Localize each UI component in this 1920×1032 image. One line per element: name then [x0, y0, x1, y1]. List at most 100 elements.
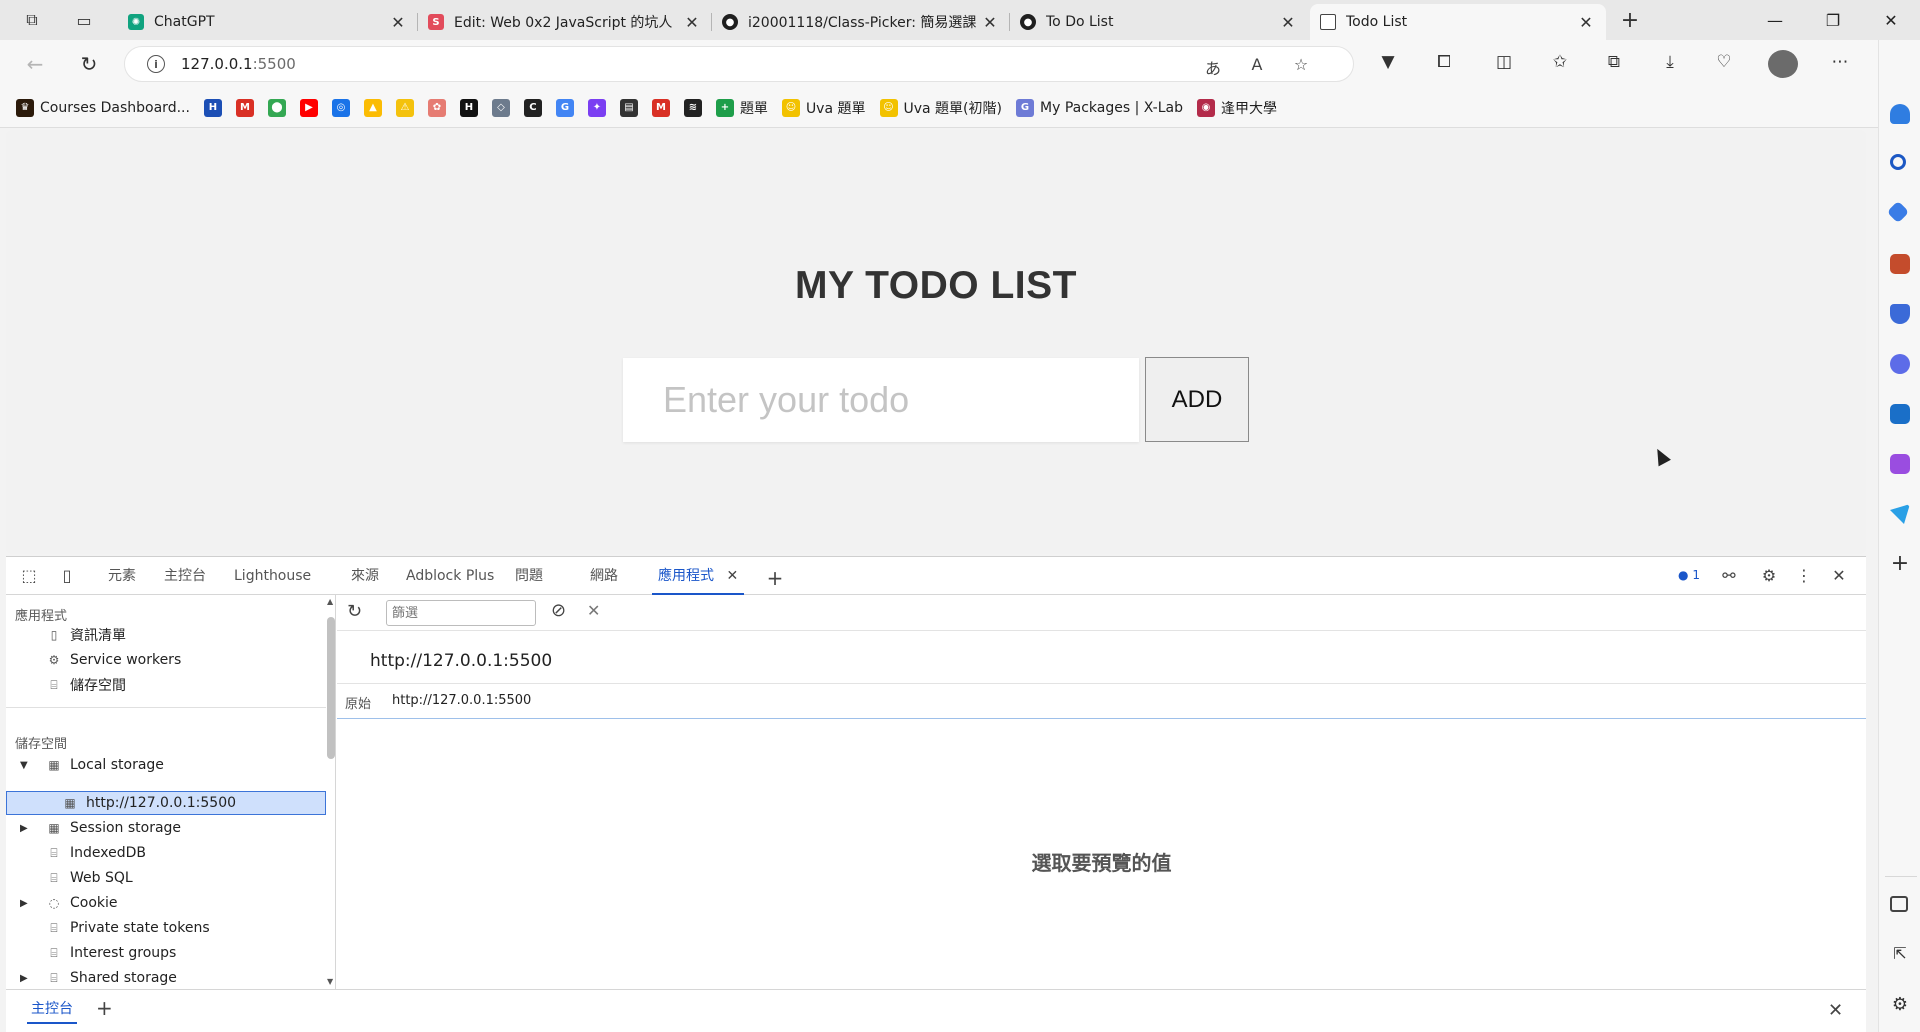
tag-icon[interactable]: [1886, 200, 1910, 224]
bookmark-item[interactable]: H: [203, 98, 222, 117]
add-button[interactable]: ADD: [1145, 357, 1249, 442]
tab-elements[interactable]: 元素: [108, 557, 136, 595]
bookmark-item[interactable]: ◉ 逢甲大學: [1196, 98, 1277, 118]
split-screen-icon[interactable]: ◫: [1490, 52, 1518, 76]
close-devtools-icon[interactable]: ✕: [1828, 566, 1850, 586]
bookmark-item[interactable]: ≋: [683, 98, 702, 117]
more-menu-icon[interactable]: ⋯: [1826, 52, 1854, 76]
tab-class-picker[interactable]: ● i20001118/Class-Picker: 簡易選課 ✕: [712, 4, 1010, 40]
tab-todo-list-active[interactable]: Todo List ✕: [1310, 4, 1606, 40]
tab-adblock-plus[interactable]: Adblock Plus: [406, 557, 494, 595]
sidebar-layout-icon[interactable]: [1890, 896, 1908, 912]
customize-menu-icon[interactable]: ⋮: [1796, 566, 1812, 586]
adblock-icon[interactable]: ▼: [1374, 52, 1402, 76]
bookmark-item[interactable]: ◎: [331, 98, 350, 117]
chess-icon[interactable]: [1890, 304, 1910, 324]
sidebar-scrollbar[interactable]: ▲ ▼: [326, 595, 335, 989]
restore-icon[interactable]: ❐: [1810, 0, 1856, 40]
bookmark-item[interactable]: G: [555, 98, 574, 117]
vertical-tabs-icon[interactable]: ▭: [68, 6, 100, 34]
scroll-up-icon[interactable]: ▲: [327, 597, 333, 606]
tree-cookie[interactable]: ▶ ◌ Cookie: [20, 891, 118, 915]
clear-all-icon[interactable]: ⊘: [551, 600, 566, 621]
bookmark-item[interactable]: ▤: [619, 98, 638, 117]
close-window-icon[interactable]: ✕: [1868, 0, 1914, 40]
close-drawer-icon[interactable]: ✕: [1828, 1000, 1843, 1021]
collapsed-arrow-icon[interactable]: ▶: [20, 823, 28, 834]
filter-input[interactable]: [386, 600, 536, 626]
collapsed-arrow-icon[interactable]: ▶: [20, 898, 28, 909]
bookmark-item[interactable]: ✦: [587, 98, 606, 117]
bookmark-item[interactable]: M: [235, 98, 254, 117]
tree-storage[interactable]: ⌸ 儲存空間: [46, 673, 126, 697]
office-icon[interactable]: [1890, 354, 1910, 374]
close-tab-icon[interactable]: ✕: [682, 13, 702, 32]
address-url[interactable]: 127.0.0.1:5500: [181, 55, 296, 73]
bookmark-item[interactable]: ⚠: [395, 98, 414, 117]
sidebar-settings-icon[interactable]: ⚙: [1890, 994, 1910, 1015]
tree-private-state-tokens[interactable]: ⌸ Private state tokens: [46, 916, 209, 940]
tree-indexeddb[interactable]: ⌸ IndexedDB: [46, 841, 146, 865]
designer-icon[interactable]: [1890, 454, 1910, 474]
translate-icon[interactable]: あ: [1199, 55, 1227, 78]
inspect-element-icon[interactable]: ⬚: [18, 566, 40, 586]
tree-session-storage[interactable]: ▶ ▦ Session storage: [20, 816, 181, 840]
tab-chatgpt[interactable]: ✺ ChatGPT ✕: [118, 4, 418, 40]
toolbox-icon[interactable]: [1890, 254, 1910, 274]
outlook-icon[interactable]: [1890, 404, 1910, 424]
close-tab-icon[interactable]: ✕: [980, 13, 1000, 32]
minimize-icon[interactable]: —: [1752, 0, 1798, 40]
tree-service-workers[interactable]: ⚙ Service workers: [46, 648, 182, 672]
add-sidebar-app-icon[interactable]: +: [1890, 553, 1910, 575]
remote-devices-icon[interactable]: ⚯: [1718, 566, 1740, 586]
tree-local-storage[interactable]: ▼ ▦ Local storage: [20, 753, 164, 777]
collapsed-arrow-icon[interactable]: ▶: [20, 973, 28, 984]
bookmark-item[interactable]: ▶: [299, 98, 318, 117]
refresh-icon[interactable]: ↻: [347, 601, 362, 622]
close-tab-icon[interactable]: ✕: [1278, 13, 1298, 32]
expanded-arrow-icon[interactable]: ▼: [20, 760, 28, 771]
settings-gear-icon[interactable]: ⚙: [1758, 566, 1780, 586]
bookmark-item[interactable]: ▲: [363, 98, 382, 117]
refresh-icon[interactable]: ↻: [72, 48, 106, 80]
device-toolbar-icon[interactable]: ▯: [56, 566, 78, 586]
bookmark-item[interactable]: ✿: [427, 98, 446, 117]
issues-badge[interactable]: ● 1: [1674, 568, 1704, 588]
tab-network[interactable]: 網路: [590, 557, 618, 595]
bell-icon[interactable]: [1890, 104, 1910, 124]
bookmark-item[interactable]: ◇: [491, 98, 510, 117]
add-drawer-tab-icon[interactable]: +: [96, 996, 113, 1020]
tree-local-storage-origin[interactable]: ▦ http://127.0.0.1:5500: [62, 791, 236, 815]
new-tab-button[interactable]: +: [1614, 6, 1646, 34]
scrollbar-thumb[interactable]: [327, 617, 335, 759]
bookmark-item[interactable]: G My Packages | X-Lab: [1016, 98, 1183, 117]
bookmark-item[interactable]: M: [651, 98, 670, 117]
bookmark-item[interactable]: H: [459, 98, 478, 117]
tree-manifest[interactable]: ▯ 資訊清單: [46, 623, 126, 647]
tab-application[interactable]: 應用程式 ✕: [652, 557, 745, 595]
todo-input[interactable]: [623, 358, 1139, 442]
extensions-icon[interactable]: ⧠: [1430, 52, 1458, 76]
favorite-star-icon[interactable]: ☆: [1287, 55, 1315, 75]
workspaces-icon[interactable]: ⧉: [16, 6, 48, 34]
tab-sources[interactable]: 來源: [351, 557, 379, 595]
close-tab-icon[interactable]: ✕: [388, 13, 408, 32]
collections-icon[interactable]: ⧉: [1600, 52, 1628, 76]
delete-selected-icon[interactable]: ✕: [587, 601, 600, 620]
avatar[interactable]: [1768, 50, 1798, 78]
tab-to-do-list[interactable]: ● To Do List ✕: [1010, 4, 1308, 40]
tree-web-sql[interactable]: ⌸ Web SQL: [46, 866, 132, 890]
read-aloud-icon[interactable]: A: [1243, 55, 1271, 75]
add-panel-icon[interactable]: +: [764, 566, 786, 590]
bookmark-item[interactable]: C: [523, 98, 542, 117]
close-tab-icon[interactable]: ✕: [726, 568, 738, 584]
drawer-tab-console[interactable]: 主控台: [27, 998, 77, 1024]
bookmark-item[interactable]: ☺ Uva 題單(初階): [879, 98, 1002, 118]
bookmark-item[interactable]: + 題單: [715, 98, 768, 118]
open-external-icon[interactable]: ⇱: [1890, 944, 1910, 964]
search-icon[interactable]: [1890, 154, 1906, 170]
address-bar[interactable]: i 127.0.0.1:5500 あ A ☆: [124, 46, 1354, 82]
bookmark-item[interactable]: ☺ Uva 題單: [781, 98, 866, 118]
tree-shared-storage[interactable]: ▶ ⌸ Shared storage: [20, 966, 177, 989]
tab-issues[interactable]: 問題: [515, 557, 543, 595]
